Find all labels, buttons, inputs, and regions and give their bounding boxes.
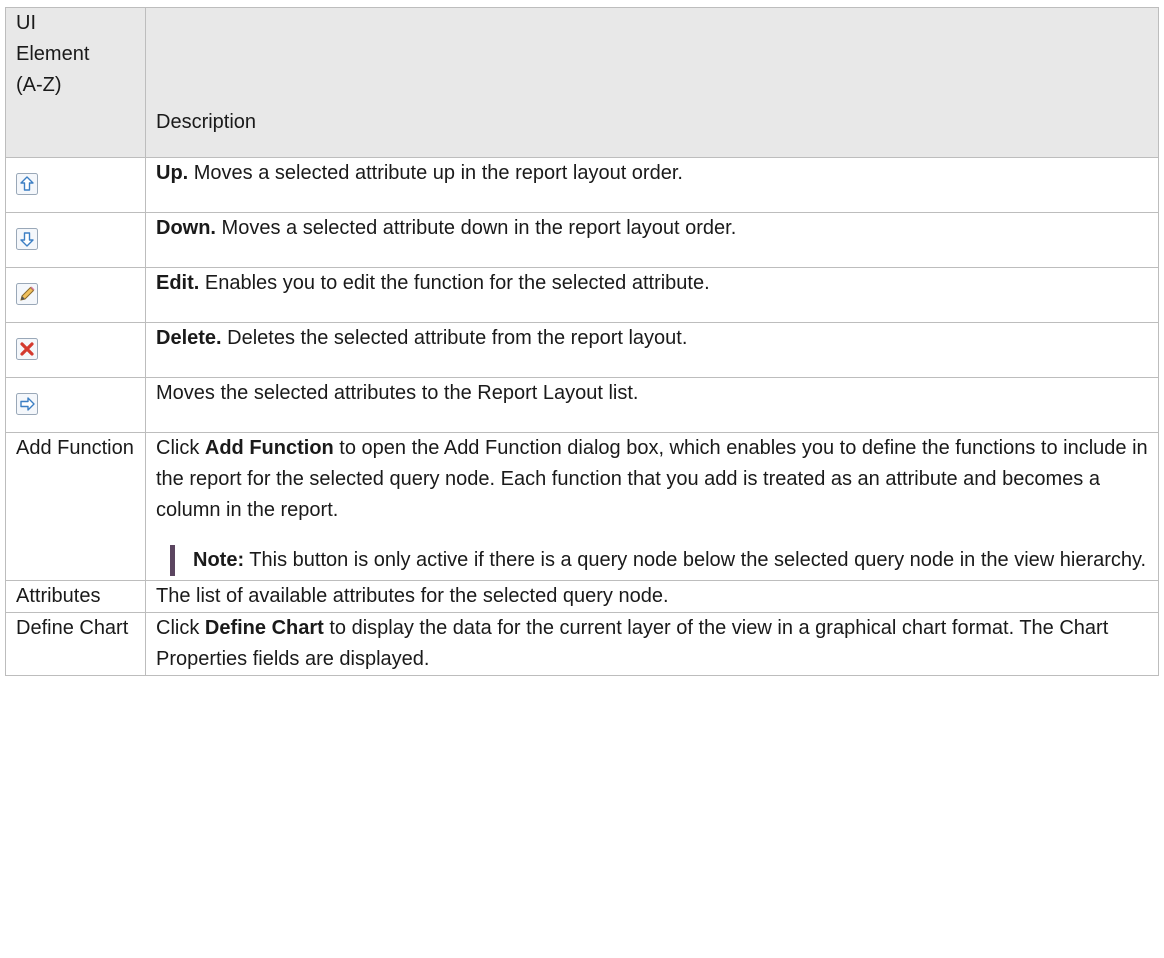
table-header-row: UI Element (A-Z) Description bbox=[5, 7, 1159, 158]
table-row: Attributes The list of available attribu… bbox=[5, 580, 1159, 613]
table-row: Up. Moves a selected attribute up in the… bbox=[5, 157, 1159, 213]
add-function-label: Add Function bbox=[5, 432, 146, 581]
pencil-icon bbox=[16, 282, 38, 305]
right-arrow-icon bbox=[16, 392, 38, 415]
row-description: Delete. Deletes the selected attribute f… bbox=[145, 322, 1159, 378]
up-arrow-icon bbox=[16, 172, 38, 195]
table-row: Add Function Click Add Function to open … bbox=[5, 432, 1159, 581]
row-description: Edit. Enables you to edit the function f… bbox=[145, 267, 1159, 323]
down-arrow-icon bbox=[16, 227, 38, 250]
table-row: Down. Moves a selected attribute down in… bbox=[5, 212, 1159, 268]
table-row: Define Chart Click Define Chart to displ… bbox=[5, 612, 1159, 676]
ui-elements-table: UI Element (A-Z) Description Up. Moves a… bbox=[5, 7, 1159, 676]
header-description: Description bbox=[145, 7, 1159, 158]
attributes-label: Attributes bbox=[5, 580, 146, 613]
define-chart-label: Define Chart bbox=[5, 612, 146, 676]
delete-x-icon bbox=[16, 337, 38, 360]
note-callout: Note: This button is only active if ther… bbox=[170, 545, 1148, 576]
row-description: Down. Moves a selected attribute down in… bbox=[145, 212, 1159, 268]
table-row: Delete. Deletes the selected attribute f… bbox=[5, 322, 1159, 378]
row-description: Click Add Function to open the Add Funct… bbox=[145, 432, 1159, 581]
table-row: Edit. Enables you to edit the function f… bbox=[5, 267, 1159, 323]
row-description: Moves the selected attributes to the Rep… bbox=[145, 377, 1159, 433]
table-row: Moves the selected attributes to the Rep… bbox=[5, 377, 1159, 433]
row-description: Up. Moves a selected attribute up in the… bbox=[145, 157, 1159, 213]
row-description: The list of available attributes for the… bbox=[145, 580, 1159, 613]
row-description: Click Define Chart to display the data f… bbox=[145, 612, 1159, 676]
header-ui-element: UI Element (A-Z) bbox=[5, 7, 146, 158]
